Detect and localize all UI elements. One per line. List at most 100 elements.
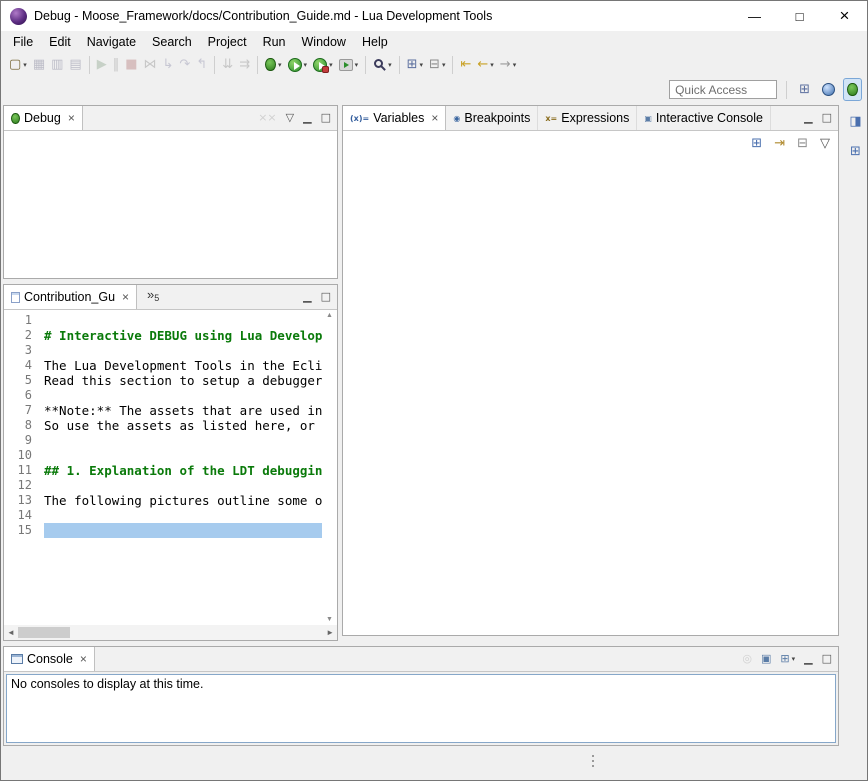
close-tab-icon[interactable]: × (68, 111, 75, 125)
menu-search[interactable]: Search (144, 33, 200, 51)
print-button[interactable]: ▤ (66, 54, 84, 75)
display-selected-console-button[interactable]: ▣ (758, 649, 774, 670)
tab-variables[interactable]: (x)=Variables× (343, 106, 446, 130)
pin-editor-button[interactable]: ⊟▾ (426, 54, 448, 75)
line-number[interactable]: 11 (4, 463, 32, 478)
open-element-button[interactable]: ⊞▾ (404, 54, 426, 75)
menu-run[interactable]: Run (255, 33, 294, 51)
drop-to-frame-button[interactable]: ⇊ (219, 54, 236, 75)
last-edit-location-button[interactable]: ⇤ (457, 54, 474, 75)
menu-window[interactable]: Window (294, 33, 354, 51)
tab-console[interactable]: Console × (4, 647, 95, 671)
line-number[interactable]: 4 (4, 358, 32, 373)
collapse-all-button[interactable]: ⊟ (794, 134, 811, 155)
line-number[interactable]: 5 (4, 373, 32, 388)
maximize-view-button[interactable]: □ (819, 108, 835, 129)
code-line[interactable] (44, 433, 322, 448)
close-tab-icon[interactable]: × (431, 111, 438, 125)
line-number[interactable]: 2 (4, 328, 32, 343)
line-number[interactable]: 12 (4, 478, 32, 493)
line-number[interactable]: 3 (4, 343, 32, 358)
run-dropdown-icon[interactable]: ▾ (304, 61, 308, 69)
scroll-down-icon[interactable]: ▼ (326, 616, 333, 623)
external-tools-button[interactable]: ▾ (336, 54, 362, 75)
search-dropdown-icon[interactable]: ▾ (388, 61, 392, 69)
code-area[interactable]: # Interactive DEBUG using Lua Develop The… (40, 310, 322, 625)
menu-project[interactable]: Project (200, 33, 255, 51)
line-number[interactable]: 10 (4, 448, 32, 463)
new-button[interactable]: ▢▾ (6, 54, 30, 75)
code-line[interactable] (44, 448, 322, 463)
save-button[interactable]: ▦ (30, 54, 48, 75)
open-perspective-button[interactable]: ⊞ (796, 79, 813, 100)
line-number[interactable]: 7 (4, 403, 32, 418)
close-tab-icon[interactable]: × (122, 290, 129, 304)
minimize-view-button[interactable]: ▁ (300, 108, 314, 129)
tab-contribution-guide[interactable]: Contribution_Gu × (4, 285, 137, 309)
debug-dropdown-icon[interactable]: ▾ (278, 61, 282, 69)
code-line[interactable]: # Interactive DEBUG using Lua Develop (44, 328, 322, 343)
step-into-button[interactable]: ↳ (160, 54, 177, 75)
menu-edit[interactable]: Edit (41, 33, 79, 51)
close-window-button[interactable]: × (822, 1, 867, 31)
code-line[interactable] (44, 508, 322, 523)
scroll-right-icon[interactable]: ► (326, 628, 334, 637)
new-dropdown-icon[interactable]: ▾ (23, 61, 27, 69)
show-logical-structure-button[interactable]: ⊞ (748, 134, 765, 155)
menu-navigate[interactable]: Navigate (79, 33, 144, 51)
debug-button[interactable]: ▾ (262, 54, 285, 75)
open-console-button[interactable]: ⊞▾ (777, 649, 798, 670)
open-console-dropdown-icon[interactable]: ▾ (792, 655, 796, 663)
vertical-scrollbar[interactable]: ▲ ▼ (322, 310, 337, 625)
line-number[interactable]: 1 (4, 313, 32, 328)
save-all-button[interactable]: ▥ (48, 54, 66, 75)
forward-button[interactable]: →▾ (497, 54, 519, 75)
search-button[interactable]: ▾ (370, 54, 395, 75)
close-tab-icon[interactable]: × (80, 652, 87, 666)
minimize-window-button[interactable]: — (732, 1, 777, 31)
maximize-view-button[interactable]: □ (318, 108, 334, 129)
tab-interactive-console[interactable]: ▣Interactive Console (637, 106, 771, 130)
line-number[interactable]: 14 (4, 508, 32, 523)
code-line[interactable] (44, 523, 322, 538)
run-button[interactable]: ▾ (285, 54, 311, 75)
open-element-dropdown-icon[interactable]: ▾ (420, 61, 424, 69)
code-line[interactable]: **Note:** The assets that are used in (44, 403, 322, 418)
line-number[interactable]: 15 (4, 523, 32, 538)
code-line[interactable]: The following pictures outline some o (44, 493, 322, 508)
show-type-names-button[interactable]: ⇥ (771, 134, 788, 155)
line-number[interactable]: 6 (4, 388, 32, 403)
view-menu-button[interactable]: ▽ (817, 134, 833, 155)
perspective-ldt-button[interactable] (819, 79, 838, 100)
pin-console-button[interactable]: ◎ (739, 649, 755, 670)
disconnect-button[interactable]: ⋈ (141, 54, 160, 75)
scrollbar-thumb[interactable] (18, 627, 70, 638)
quick-access-input[interactable] (669, 80, 777, 99)
code-line[interactable]: Read this section to setup a debugger (44, 373, 322, 388)
maximize-view-button[interactable]: □ (318, 287, 334, 308)
line-number[interactable]: 9 (4, 433, 32, 448)
step-over-button[interactable]: ↷ (176, 54, 193, 75)
code-line[interactable] (44, 313, 322, 328)
use-step-filters-button[interactable]: ⇉ (236, 54, 253, 75)
tab-overflow-button[interactable]: » 5 (137, 285, 165, 309)
back-dropdown-icon[interactable]: ▾ (490, 61, 494, 69)
tab-breakpoints[interactable]: ◉Breakpoints (446, 106, 538, 130)
maximize-view-button[interactable]: □ (819, 649, 835, 670)
horizontal-scrollbar[interactable]: ◄ ► (4, 625, 337, 640)
forward-dropdown-icon[interactable]: ▾ (513, 61, 517, 69)
minimize-view-button[interactable]: ▁ (801, 649, 815, 670)
resize-grip[interactable] (592, 755, 594, 767)
resume-button[interactable]: ▶ (94, 54, 110, 75)
minimize-view-button[interactable]: ▁ (300, 287, 314, 308)
perspective-debug-button[interactable] (844, 79, 861, 100)
code-line[interactable]: The Lua Development Tools in the Ecli (44, 358, 322, 373)
menu-file[interactable]: File (5, 33, 41, 51)
suspend-button[interactable]: ‖ (110, 54, 123, 75)
scroll-left-icon[interactable]: ◄ (7, 628, 15, 637)
outline-view-button[interactable]: ⊞ (849, 141, 862, 162)
terminate-button[interactable]: ■ (122, 54, 140, 75)
code-line[interactable]: ## 1. Explanation of the LDT debuggin (44, 463, 322, 478)
pin-editor-dropdown-icon[interactable]: ▾ (442, 61, 446, 69)
remove-all-terminated-button[interactable]: ×× (255, 108, 279, 129)
